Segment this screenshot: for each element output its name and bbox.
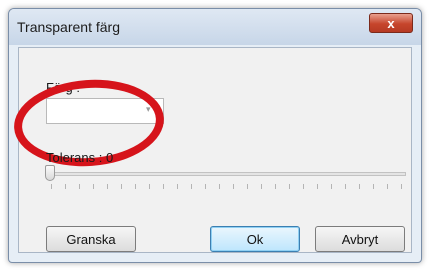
browse-button[interactable]: Granska: [46, 226, 136, 252]
cancel-button-label: Avbryt: [341, 231, 379, 247]
ok-button[interactable]: Ok: [210, 226, 300, 252]
ok-button-label: Ok: [246, 231, 264, 247]
browse-button-label: Granska: [66, 231, 116, 247]
close-icon: x: [387, 15, 395, 31]
title-bar[interactable]: Transparent färg x: [9, 9, 421, 45]
tolerance-slider-thumb[interactable]: [45, 165, 55, 181]
tolerance-slider-track[interactable]: [50, 172, 406, 176]
cancel-button[interactable]: Avbryt: [315, 226, 405, 252]
slider-ticks: [51, 184, 405, 189]
close-button[interactable]: x: [369, 13, 413, 33]
window-title: Transparent färg: [17, 19, 120, 35]
tolerance-label: Tolerans : 0: [46, 150, 114, 165]
